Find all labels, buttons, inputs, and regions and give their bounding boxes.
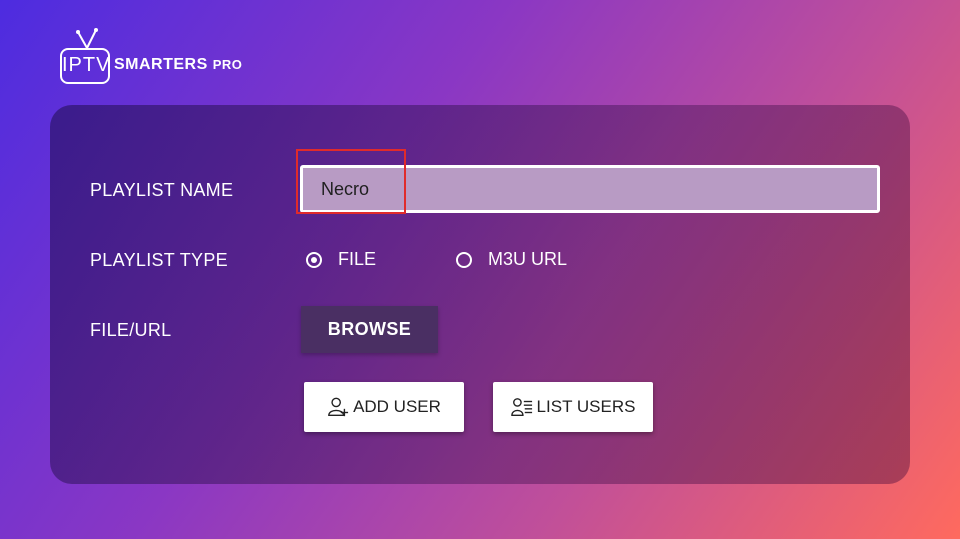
add-user-button[interactable]: ADD USER (304, 382, 464, 432)
playlist-name-input[interactable]: Necro (300, 165, 880, 213)
list-users-label: LIST USERS (536, 397, 636, 416)
playlist-name-value: Necro (321, 178, 370, 199)
type-file-radio[interactable]: FILE (306, 249, 376, 270)
type-m3u-url-label: M3U URL (488, 249, 568, 269)
browse-button[interactable]: BROWSE (301, 306, 438, 353)
iptv-smarters-logo: IPTV SMARTERS PRO (60, 28, 260, 88)
list-users-icon (510, 398, 532, 416)
radio-unselected-icon (456, 251, 472, 268)
playlist-form-panel: PLAYLIST NAME Necro PLAYLIST TYPE FILE M… (50, 105, 910, 484)
playlist-name-label: PLAYLIST NAME (90, 180, 234, 200)
antenna-icon (76, 28, 98, 49)
file-url-label: FILE/URL (90, 320, 172, 340)
type-m3u-url-radio[interactable]: M3U URL (456, 249, 567, 270)
logo-pro-text: PRO (212, 57, 243, 72)
logo-brand-name: SMARTERS (114, 56, 208, 73)
playlist-type-label: PLAYLIST TYPE (90, 250, 228, 270)
radio-selected-icon (306, 251, 322, 268)
add-user-label: ADD USER (353, 397, 441, 416)
list-users-button[interactable]: LIST USERS (493, 382, 653, 432)
type-file-label: FILE (338, 249, 377, 269)
add-user-icon (328, 397, 349, 417)
logo-iptv-text: IPTV (62, 54, 111, 76)
logo-brand-text: SMARTERS PRO (114, 56, 242, 74)
